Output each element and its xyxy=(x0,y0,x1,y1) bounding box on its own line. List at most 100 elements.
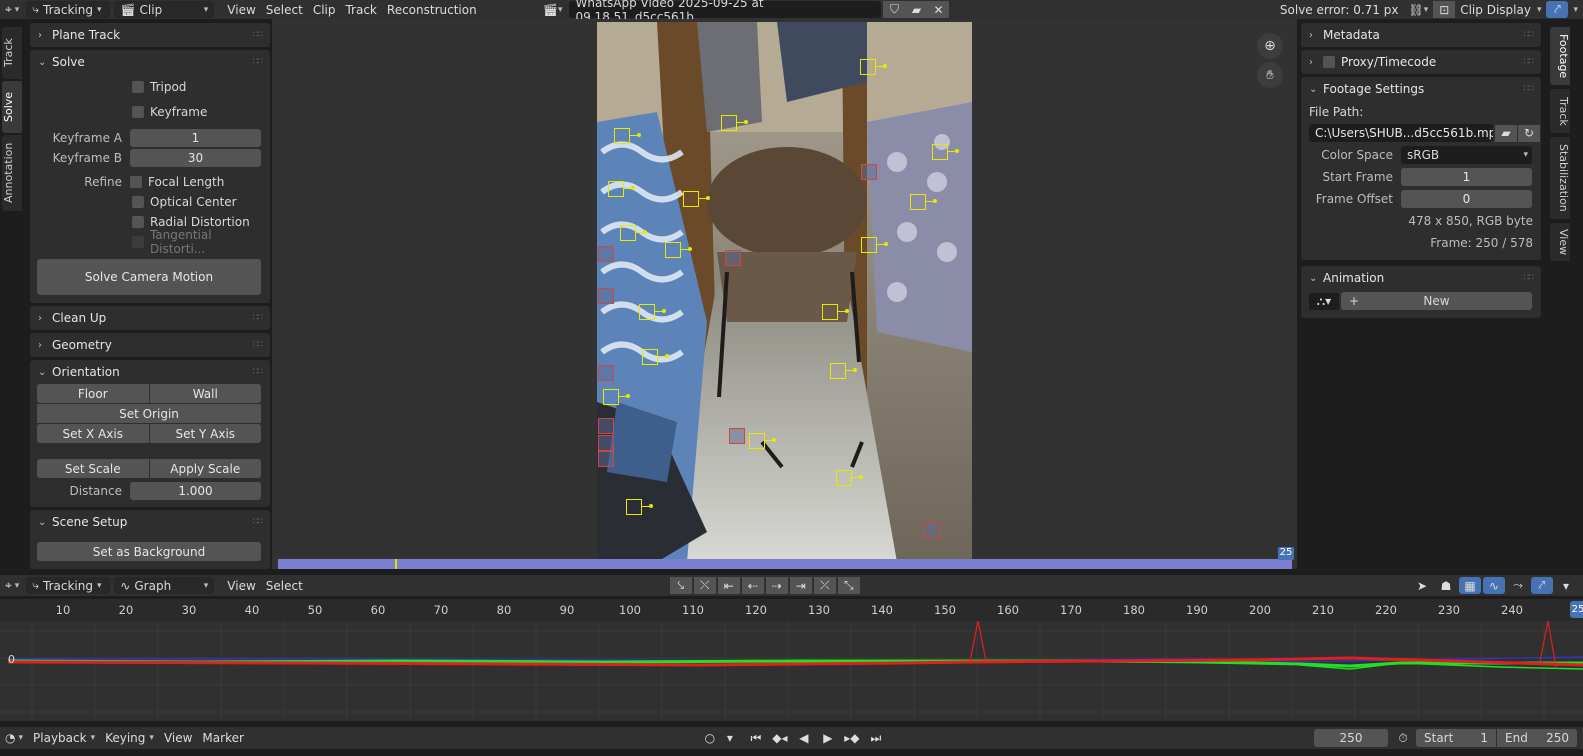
disabled-marker[interactable] xyxy=(924,522,940,538)
clip-browse-button[interactable]: 🎬︎ ▾ xyxy=(538,0,568,19)
set-x-axis-button[interactable]: Set X Axis xyxy=(37,424,149,443)
graph-mode-dropdown[interactable]: ⤷ Tracking ▾ xyxy=(26,577,111,594)
start-frame-field[interactable]: Start 1 xyxy=(1416,729,1496,747)
disabled-marker[interactable] xyxy=(729,428,745,444)
zoom-icon[interactable]: ⊕ xyxy=(1257,33,1283,59)
new-action-button[interactable]: + New xyxy=(1341,292,1532,310)
set-y-axis-button[interactable]: Set Y Axis xyxy=(149,424,261,443)
grip-icon[interactable]: ∷∷ xyxy=(1524,273,1535,283)
stopwatch-icon[interactable]: ⏱︎ xyxy=(1392,730,1414,747)
track-marker[interactable] xyxy=(910,194,937,210)
solve-header[interactable]: ⌄ Solve ∷∷ xyxy=(30,50,270,74)
play-reverse-icon[interactable]: ◀ xyxy=(793,730,815,747)
disable-marker-icon[interactable]: ⤫ xyxy=(813,577,836,594)
tab-view[interactable]: View xyxy=(1550,223,1570,261)
clip-display-dropdown[interactable]: Clip Display ▾ xyxy=(1455,0,1546,19)
editor-type-button[interactable]: ⌖ ▾ xyxy=(0,0,24,19)
track-marker[interactable] xyxy=(830,363,857,379)
tab-solve[interactable]: Solve xyxy=(2,81,22,133)
disabled-marker[interactable] xyxy=(598,365,614,381)
track-marker[interactable] xyxy=(626,499,653,515)
cursor-icon[interactable]: ➤ xyxy=(1411,577,1433,594)
error-curve-icon[interactable]: ⤳ xyxy=(1507,577,1529,594)
lock-icon[interactable]: ⊡ xyxy=(1433,1,1456,18)
track-marker[interactable] xyxy=(683,191,710,207)
menu-select[interactable]: Select xyxy=(261,576,308,595)
floor-button[interactable]: Floor xyxy=(37,384,149,403)
track-marker[interactable] xyxy=(603,389,630,405)
menu-clip[interactable]: Clip xyxy=(308,0,341,19)
frame-offset-field[interactable]: 0 xyxy=(1401,190,1532,208)
grip-icon[interactable]: ∷∷ xyxy=(1524,84,1535,94)
menu-track[interactable]: Track xyxy=(340,0,381,19)
next-keyframe-icon[interactable]: ▸◆ xyxy=(841,730,863,747)
reload-icon[interactable]: ↻ xyxy=(1518,124,1540,142)
tab-track[interactable]: Track xyxy=(2,27,22,79)
track-marker[interactable] xyxy=(749,433,776,449)
record-icon[interactable]: ○ xyxy=(699,730,721,747)
clip-name-field[interactable]: WhatsApp Video 2025-09-25 at 09.18.51_d5… xyxy=(569,0,882,24)
grip-icon[interactable]: ∷∷ xyxy=(253,57,264,67)
footage-settings-header[interactable]: ⌄ Footage Settings ∷∷ xyxy=(1301,77,1541,101)
action-icon[interactable]: ⛬▾ xyxy=(1309,292,1339,310)
track-marker[interactable] xyxy=(614,128,641,144)
grip-icon[interactable]: ∷∷ xyxy=(253,313,264,323)
disabled-marker[interactable] xyxy=(598,435,614,451)
disabled-marker[interactable] xyxy=(598,246,614,262)
prev-keyframe-icon[interactable]: ◆◂ xyxy=(769,730,791,747)
fake-user-shield-icon[interactable]: ⛉ xyxy=(883,1,906,18)
track-marker[interactable] xyxy=(639,304,666,320)
keyframe-checkbox[interactable] xyxy=(132,105,144,118)
keyframe-b-field[interactable]: 30 xyxy=(130,149,261,167)
optical-center-row[interactable]: Optical Center xyxy=(30,192,270,212)
open-folder-icon[interactable]: ▰ xyxy=(905,1,928,18)
play-icon[interactable]: ▶ xyxy=(817,730,839,747)
menu-view[interactable]: View xyxy=(222,576,260,595)
optical-center-checkbox[interactable] xyxy=(132,196,144,208)
chevron-down-icon[interactable]: ▾ xyxy=(1555,577,1577,594)
chevron-down-icon[interactable]: ▾ xyxy=(1568,0,1583,19)
track-forward-icon[interactable]: ⇢ xyxy=(765,577,788,594)
gizmo-icon[interactable]: ⤤ xyxy=(1546,1,1569,18)
grip-icon[interactable]: ∷∷ xyxy=(253,340,264,350)
mode-dropdown[interactable]: ⤷ Tracking ▾ xyxy=(26,1,111,18)
video-frame[interactable] xyxy=(597,22,972,562)
clear-path-icon[interactable]: ⤥ xyxy=(669,577,692,594)
graph-view-dropdown[interactable]: ∿ Graph ▾ xyxy=(114,577,215,594)
menu-select[interactable]: Select xyxy=(261,0,308,19)
delete-curve-icon[interactable]: ⤬ xyxy=(693,577,716,594)
metadata-header[interactable]: › Metadata ∷∷ xyxy=(1301,23,1541,47)
grip-icon[interactable]: ∷∷ xyxy=(253,517,264,527)
grip-icon[interactable]: ∷∷ xyxy=(1524,30,1535,40)
disabled-marker[interactable] xyxy=(598,418,614,434)
chevron-down-icon[interactable]: ▾ xyxy=(723,730,737,747)
solve-camera-motion-button[interactable]: Solve Camera Motion xyxy=(37,259,261,295)
radial-distortion-checkbox[interactable] xyxy=(132,216,144,228)
tab-footage[interactable]: Footage xyxy=(1550,27,1570,85)
disabled-marker[interactable] xyxy=(598,451,614,467)
disabled-marker[interactable] xyxy=(861,164,877,180)
jump-to-end-icon[interactable]: ⏭︎ xyxy=(865,730,887,747)
set-origin-button[interactable]: Set Origin xyxy=(37,404,261,423)
editor-type-button[interactable]: ⌖ ▾ xyxy=(0,576,24,595)
tab-annotation[interactable]: Annotation xyxy=(2,135,22,211)
ghost-icon[interactable]: ☗ xyxy=(1435,577,1457,594)
proxy-header[interactable]: › Proxy/Timecode ∷∷ xyxy=(1301,50,1541,74)
clean-up-header[interactable]: › Clean Up ∷∷ xyxy=(30,306,270,330)
track-marker[interactable] xyxy=(822,304,849,320)
tripod-row[interactable]: Tripod xyxy=(30,74,270,99)
focal-length-checkbox[interactable] xyxy=(130,176,142,188)
playback-menu[interactable]: Playback ▾ xyxy=(28,729,100,748)
track-marker[interactable] xyxy=(608,181,635,197)
track-marker[interactable] xyxy=(642,349,669,365)
tab-stabilization[interactable]: Stabilization xyxy=(1550,137,1570,219)
gizmo-icon[interactable]: ⤤ xyxy=(1531,577,1553,594)
track-marker[interactable] xyxy=(861,237,888,253)
clip-viewport[interactable]: ⊕ ✋︎ xyxy=(272,19,1297,569)
proxy-checkbox[interactable] xyxy=(1323,56,1335,68)
jump-start-icon[interactable]: ⇤ xyxy=(717,577,740,594)
keyframe-row[interactable]: Keyframe xyxy=(30,99,270,124)
current-frame-field[interactable]: 250 xyxy=(1314,729,1388,747)
folder-icon[interactable]: ▰ xyxy=(1495,124,1517,142)
jump-end-icon[interactable]: ⇥ xyxy=(789,577,812,594)
